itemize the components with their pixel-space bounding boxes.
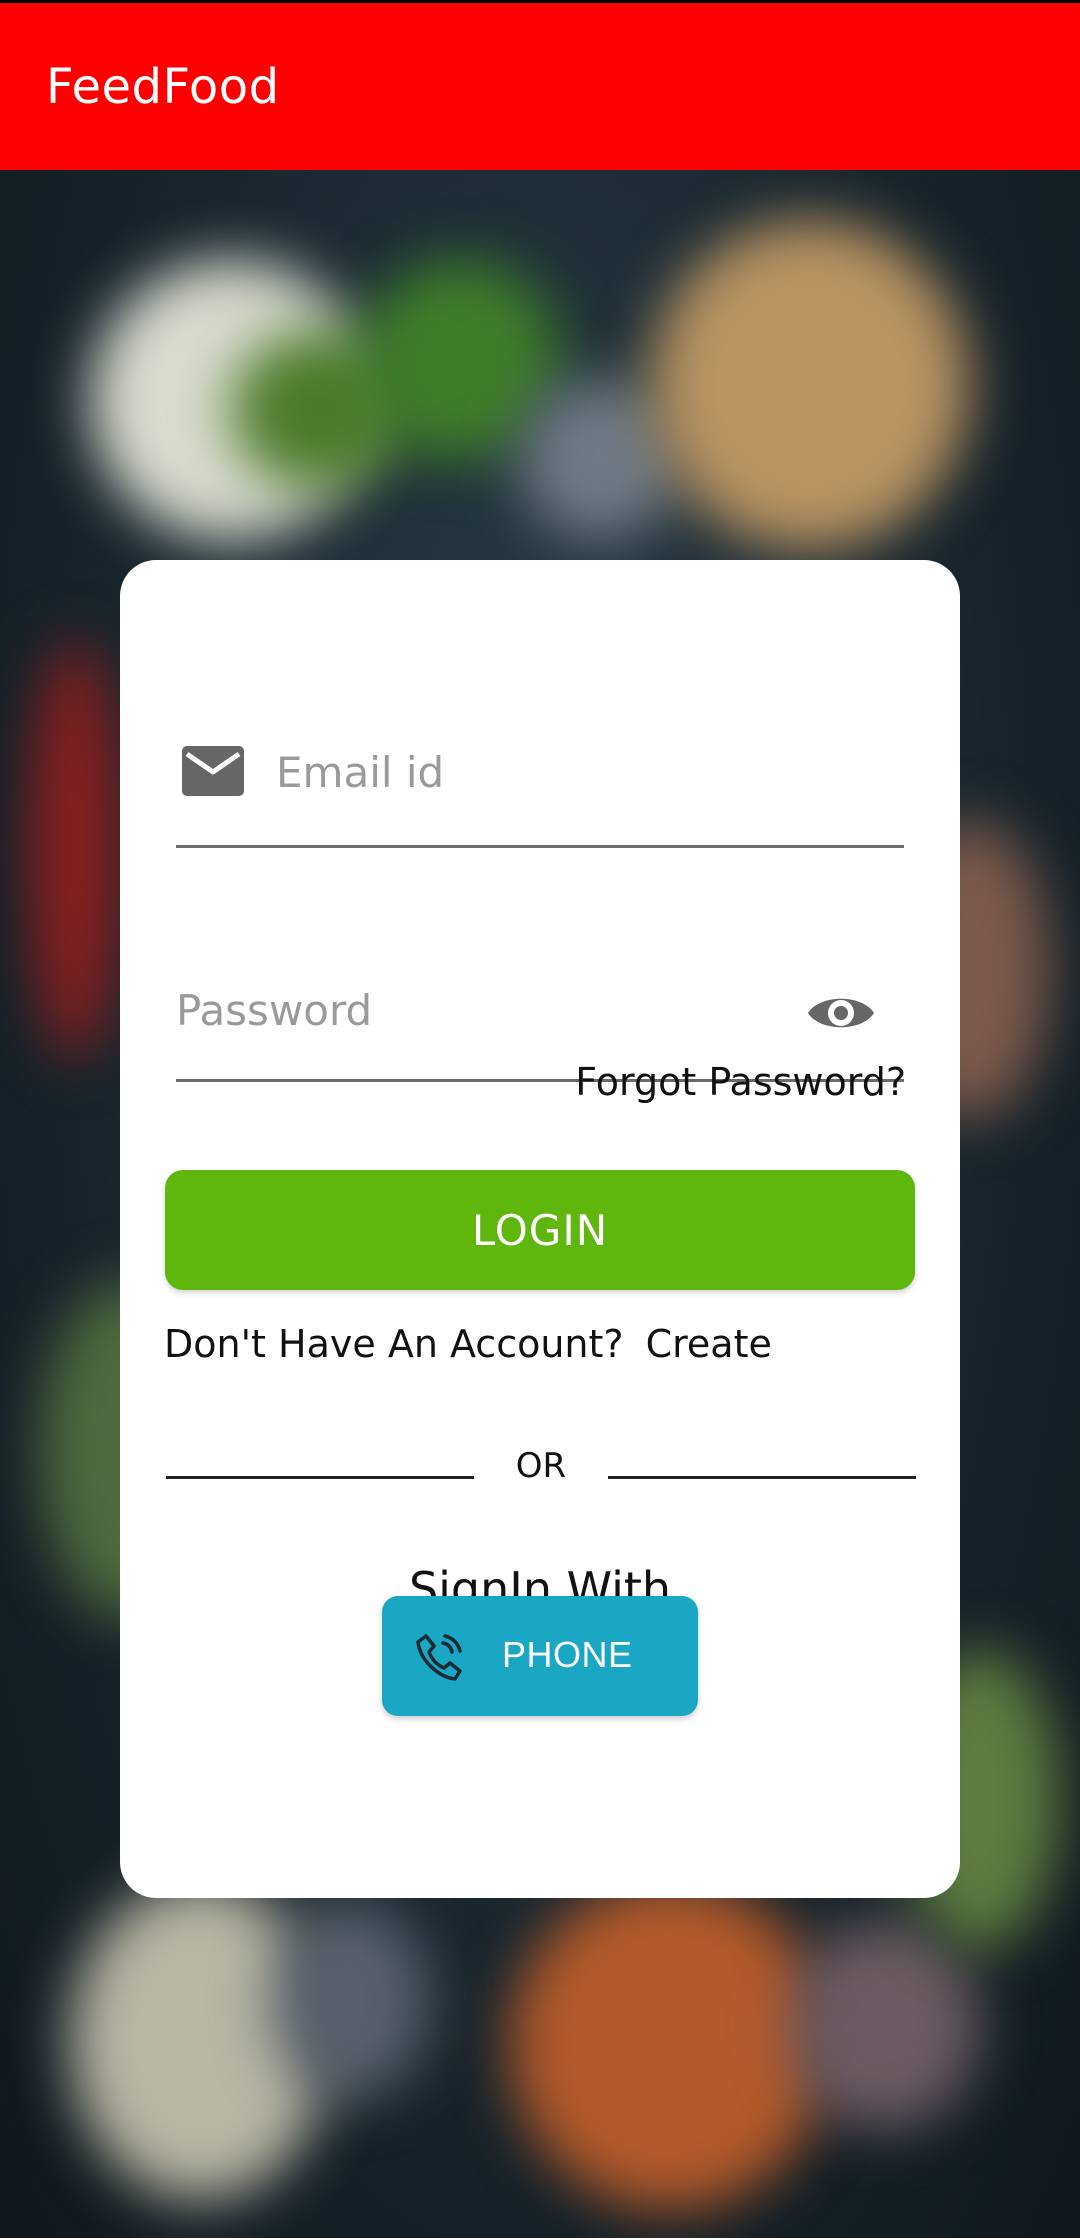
phone-icon <box>416 1634 462 1681</box>
password-input[interactable] <box>176 978 776 1042</box>
app-title: FeedFood <box>46 59 280 115</box>
or-divider: OR <box>166 1440 916 1500</box>
account-prompt: Don't Have An Account? <box>164 1322 624 1366</box>
or-text: OR <box>515 1446 567 1486</box>
phone-button-label: PHONE <box>502 1634 633 1675</box>
create-account-row: Don't Have An Account? Create <box>164 1322 772 1366</box>
email-input[interactable] <box>276 740 876 804</box>
login-card: Forgot Password? LOGIN Don't Have An Acc… <box>120 560 960 1898</box>
email-field[interactable] <box>176 710 904 848</box>
eye-icon[interactable] <box>806 988 876 1038</box>
app-bar: FeedFood <box>0 0 1080 170</box>
login-button[interactable]: LOGIN <box>165 1170 915 1290</box>
create-account-link[interactable]: Create <box>646 1322 772 1366</box>
mail-icon <box>182 746 244 796</box>
phone-signin-button[interactable]: PHONE <box>382 1596 698 1716</box>
divider-line-right <box>608 1476 916 1479</box>
forgot-password-link[interactable]: Forgot Password? <box>575 1060 906 1104</box>
